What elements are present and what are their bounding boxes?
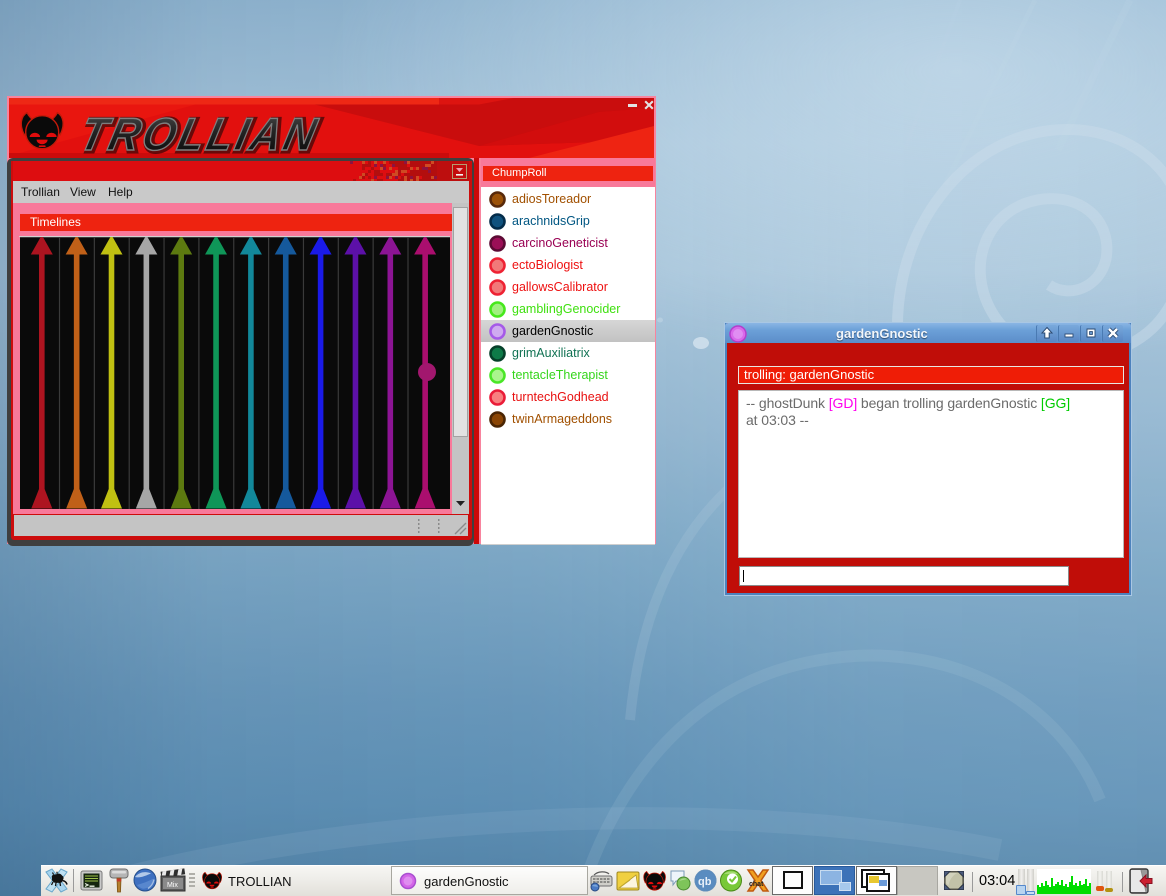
svg-text:chat: chat — [749, 881, 764, 888]
svg-text:Mix: Mix — [167, 882, 178, 889]
svg-text:TROLLIAN: TROLLIAN — [75, 109, 324, 156]
svg-text:qb: qb — [698, 876, 712, 888]
